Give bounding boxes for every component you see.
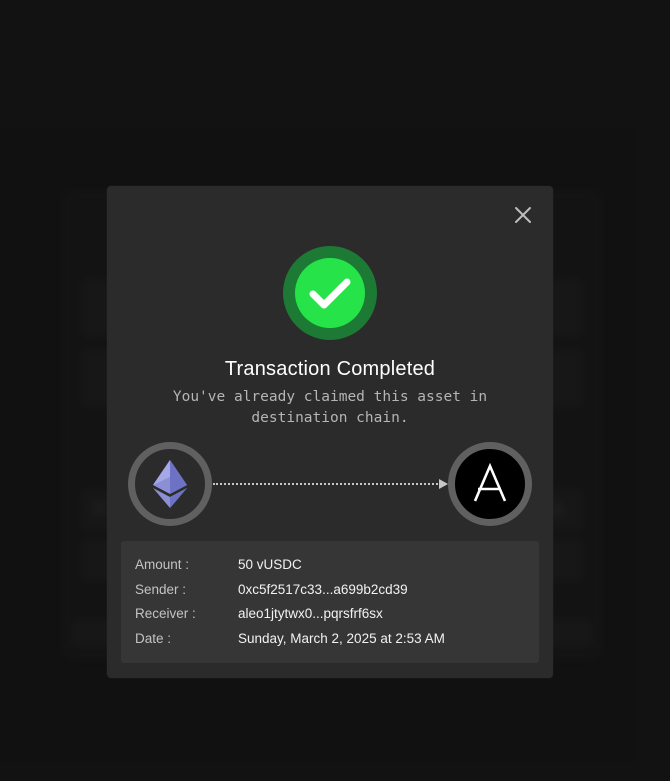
sender-value: 0xc5f2517c33...a699b2cd39: [238, 582, 408, 597]
amount-value: 50 vUSDC: [238, 557, 302, 572]
modal-title: Transaction Completed: [224, 358, 436, 380]
transaction-modal: Transaction Completed You've already cla…: [107, 186, 553, 678]
destination-chain-logo: [448, 442, 532, 526]
success-badge: [283, 246, 377, 340]
transfer-arrow-line: [213, 483, 441, 485]
receiver-value: aleo1jtytwx0...pqrsfrf6sx: [238, 606, 383, 621]
success-badge-inner: [295, 258, 365, 328]
transaction-details: Amount : 50 vUSDC Sender : 0xc5f2517c33.…: [121, 541, 539, 663]
date-value: Sunday, March 2, 2025 at 2:53 AM: [238, 631, 445, 646]
date-label: Date :: [135, 631, 172, 646]
receiver-label: Receiver :: [135, 606, 196, 621]
close-icon: [515, 207, 531, 223]
sender-label: Sender :: [135, 582, 187, 597]
arrow-right-icon: [439, 479, 448, 489]
checkmark-icon: [309, 278, 351, 309]
amount-label: Amount :: [135, 557, 190, 572]
modal-subtitle: You've already claimed this asset in des…: [172, 389, 488, 426]
source-chain-logo: [128, 442, 212, 526]
close-button[interactable]: [512, 204, 534, 226]
ethereum-icon: [153, 460, 187, 508]
aleo-icon: [473, 462, 507, 502]
